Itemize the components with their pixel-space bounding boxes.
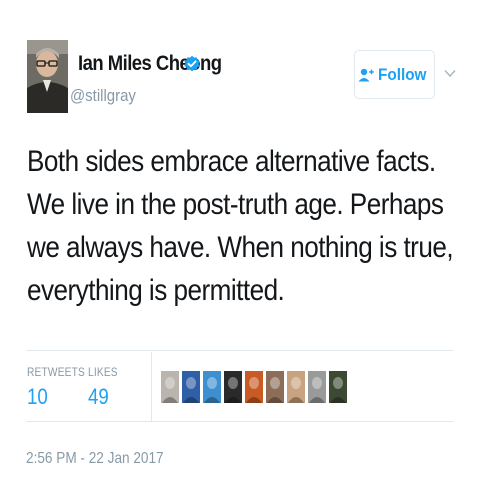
retweets-label: RETWEETS <box>27 365 86 379</box>
tweet-text: Both sides embrace alternative facts. We… <box>27 145 454 307</box>
liker-3-avatar[interactable] <box>203 371 221 403</box>
divider <box>26 421 453 422</box>
follow-button[interactable]: Follow <box>354 50 435 99</box>
likes-label: LIKES <box>88 365 118 379</box>
liker-4-avatar[interactable] <box>224 371 242 403</box>
liker-1-avatar[interactable] <box>161 371 179 403</box>
add-user-icon <box>358 68 374 81</box>
stats-separator <box>151 352 152 421</box>
author-avatar[interactable] <box>27 40 68 113</box>
liker-2-avatar[interactable] <box>182 371 200 403</box>
tweet-timestamp[interactable]: 2:56 PM - 22 Jan 2017 <box>26 450 164 468</box>
liker-9-avatar[interactable] <box>329 371 347 403</box>
liker-5-avatar[interactable] <box>245 371 263 403</box>
profile-photo-icon <box>27 40 68 113</box>
liker-8-avatar[interactable] <box>308 371 326 403</box>
liker-avatars <box>161 371 347 403</box>
liker-7-avatar[interactable] <box>287 371 305 403</box>
divider <box>26 350 453 351</box>
author-handle[interactable]: @stillgray <box>70 86 136 106</box>
tweet-card: Ian Miles Cheong @stillgray Follow Both … <box>0 0 480 480</box>
verified-badge-icon <box>184 55 200 72</box>
chevron-down-icon[interactable] <box>443 66 457 80</box>
liker-6-avatar[interactable] <box>266 371 284 403</box>
retweets-count[interactable]: 10 <box>27 384 48 410</box>
likes-count[interactable]: 49 <box>88 384 109 410</box>
follow-label: Follow <box>377 64 427 84</box>
